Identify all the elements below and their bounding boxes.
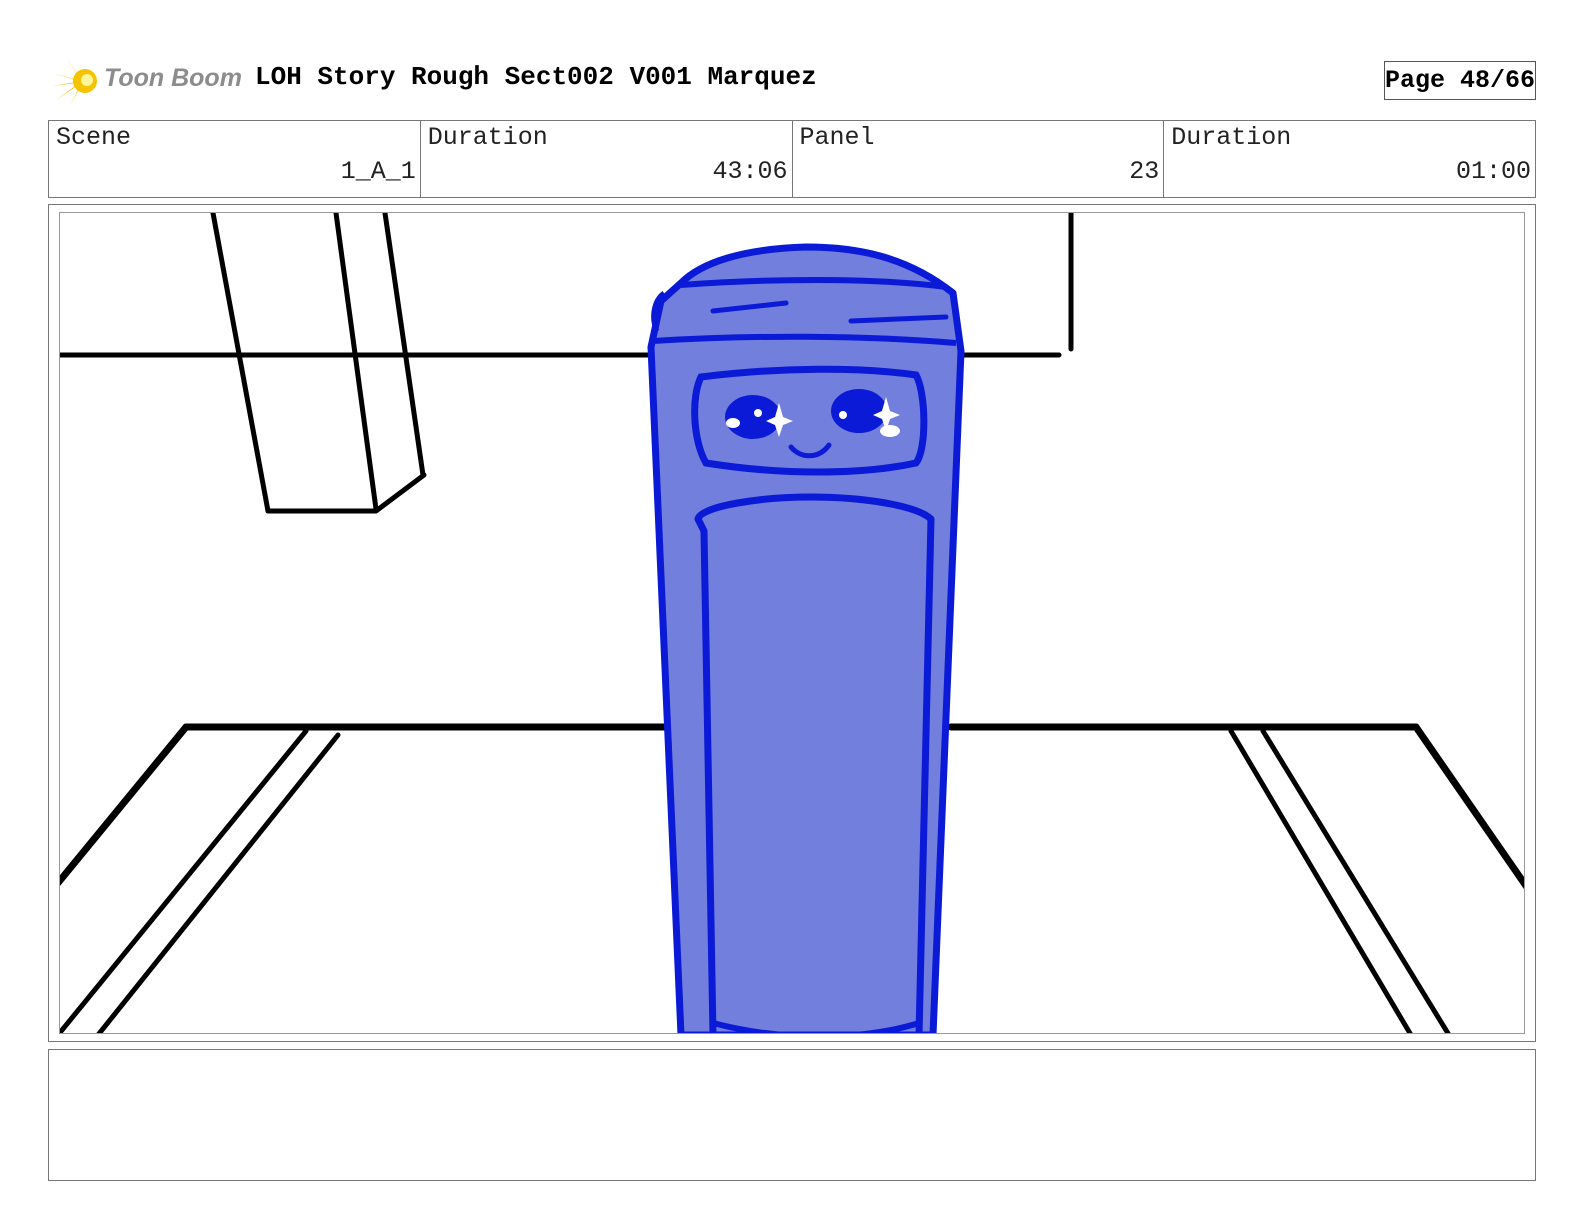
panel-duration-value: 01:00 (1455, 157, 1531, 186)
scene-duration-label: Duration (427, 123, 548, 152)
right-eye (831, 389, 887, 433)
character-pillar (647, 243, 965, 1033)
panel-duration-cell: Duration 01:00 (1164, 121, 1535, 197)
scene-label: Scene (56, 123, 132, 152)
left-eye (725, 395, 781, 439)
counter-side (1412, 723, 1524, 890)
drawing-canvas (60, 213, 1524, 1033)
ceiling-beam-edge (382, 213, 426, 478)
scene-value: 1_A_1 (340, 157, 416, 186)
panel-cell: Panel 23 (793, 121, 1165, 197)
counter-stripe (1228, 728, 1413, 1033)
counter-stripe (96, 732, 341, 1033)
counter-stripe (60, 728, 309, 1033)
logo-text: Toon Boom (104, 64, 242, 92)
scene-info-row: Scene 1_A_1 Duration 43:06 Panel 23 Dura… (48, 120, 1536, 198)
counter-side (60, 723, 190, 886)
document-title: LOH Story Rough Sect002 V001 Marquez (255, 62, 817, 92)
scene-duration-value: 43:06 (712, 157, 788, 186)
storyboard-drawing (59, 212, 1525, 1034)
scene-duration-cell: Duration 43:06 (421, 121, 793, 197)
panel-notes (48, 1049, 1536, 1181)
panel-duration-label: Duration (1171, 123, 1292, 152)
page-indicator: Page 48/66 (1384, 61, 1536, 100)
scene-cell: Scene 1_A_1 (49, 121, 421, 197)
counter-stripe (1260, 728, 1451, 1033)
panel-label: Panel (799, 123, 875, 152)
panel-value: 23 (1129, 157, 1160, 186)
starburst-icon (52, 58, 97, 106)
toon-boom-logo: Toon Boom (52, 56, 242, 106)
ceiling-beam-edge (333, 213, 379, 512)
